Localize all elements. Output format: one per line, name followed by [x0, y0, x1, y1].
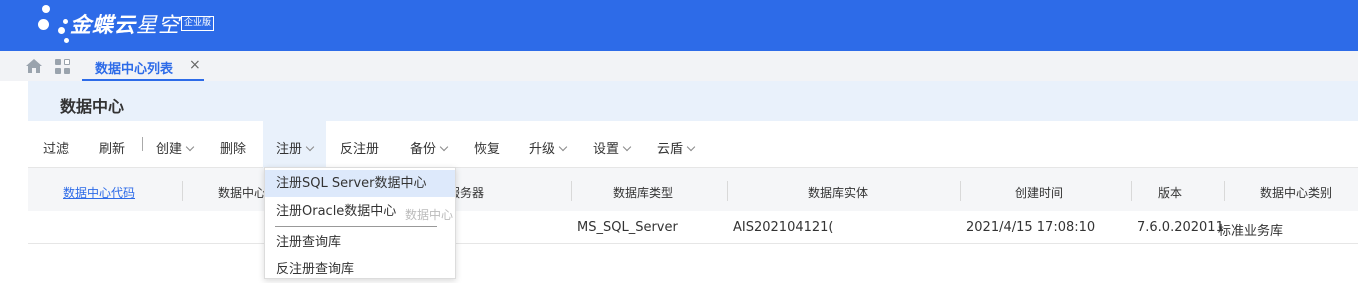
column-header-db-entity[interactable]: 数据库实体	[808, 184, 868, 201]
column-header-category[interactable]: 数据中心类别	[1260, 184, 1332, 201]
chevron-down-icon	[305, 142, 315, 152]
filter-button[interactable]: 过滤	[43, 138, 69, 157]
tab-bar: 数据中心列表 ×	[0, 51, 1358, 81]
cell-version: 7.6.0.202011	[1137, 220, 1224, 235]
menu-divider	[275, 226, 437, 227]
column-header-version[interactable]: 版本	[1158, 184, 1182, 201]
refresh-button[interactable]: 刷新	[99, 138, 125, 157]
tab-data-center-list[interactable]: 数据中心列表 ×	[82, 51, 204, 81]
page-title: 数据中心	[60, 97, 125, 116]
table-row[interactable]: MS_SQL_Server AIS202104121( 2021/4/15 17…	[28, 211, 1358, 244]
column-header-name[interactable]: 数据中心	[218, 184, 266, 201]
chevron-down-icon	[439, 142, 449, 152]
menu-item-register-oracle[interactable]: 注册Oracle数据中心	[265, 198, 455, 225]
cell-db-entity: AIS202104121(	[733, 220, 834, 235]
apps-grid-icon[interactable]	[55, 59, 71, 75]
settings-button[interactable]: 设置	[593, 138, 632, 157]
tab-label: 数据中心列表	[95, 62, 174, 77]
brand-name: 金蝶云星空	[70, 13, 180, 37]
close-icon[interactable]: ×	[189, 57, 201, 73]
backup-button[interactable]: 备份	[410, 138, 449, 157]
top-header: 金蝶云星空 企业版	[0, 0, 1358, 51]
chevron-down-icon	[558, 142, 568, 152]
cell-category: 标准业务库	[1218, 224, 1284, 239]
toolbar: 过滤 刷新 创建 删除 注册 反注册 备份 恢复 升级 设置 云盾	[28, 121, 1358, 168]
table-header: 数据中心代码 数据中心 服务器 数据库类型 数据库实体 创建时间 版本 数据中心…	[28, 168, 1358, 211]
register-button[interactable]: 注册	[276, 138, 315, 157]
home-icon[interactable]	[26, 59, 42, 73]
column-divider	[1224, 181, 1225, 201]
column-divider	[1131, 181, 1132, 201]
column-header-code[interactable]: 数据中心代码	[63, 184, 135, 201]
toolbar-divider	[142, 137, 143, 151]
cloud-shield-button[interactable]: 云盾	[657, 138, 696, 157]
cell-created: 2021/4/15 17:08:10	[966, 220, 1096, 235]
page-title-bar: 数据中心	[28, 81, 1358, 121]
column-divider	[571, 181, 572, 201]
column-divider	[727, 181, 728, 201]
cell-db-type: MS_SQL_Server	[577, 220, 678, 235]
create-button[interactable]: 创建	[156, 138, 195, 157]
chevron-down-icon	[686, 142, 696, 152]
chevron-down-icon	[185, 142, 195, 152]
edition-badge: 企业版	[181, 16, 215, 31]
column-divider	[960, 181, 961, 201]
chevron-down-icon	[622, 142, 632, 152]
delete-button[interactable]: 删除	[220, 138, 246, 157]
kingdee-logo-icon	[38, 5, 69, 45]
unregister-button[interactable]: 反注册	[340, 138, 379, 157]
column-header-db-type[interactable]: 数据库类型	[613, 184, 673, 201]
column-header-created[interactable]: 创建时间	[1015, 184, 1063, 201]
upgrade-button[interactable]: 升级	[529, 138, 568, 157]
register-dropdown-menu: 数据中心 注册SQL Server数据中心 注册Oracle数据中心 注册查询库…	[264, 167, 456, 279]
menu-item-register-sql-server[interactable]: 注册SQL Server数据中心	[265, 170, 455, 197]
menu-item-register-query-db[interactable]: 注册查询库	[265, 229, 455, 256]
restore-button[interactable]: 恢复	[474, 138, 500, 157]
column-divider	[182, 181, 183, 201]
